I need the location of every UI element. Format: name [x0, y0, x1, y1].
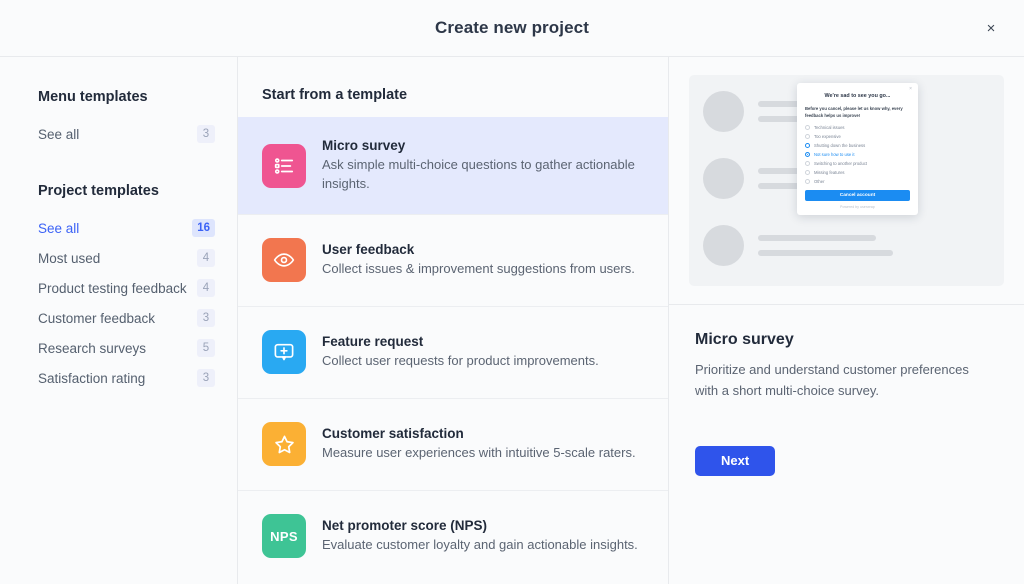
radio-icon: [805, 161, 810, 166]
mock-option-label: Shutting down the business: [814, 143, 866, 148]
mock-cancel-account-button: Cancel account: [805, 190, 910, 201]
skeleton-row: [703, 225, 893, 266]
mock-footer-label: Powered by userwrap: [840, 205, 875, 209]
template-item-description: Measure user experiences with intuitive …: [322, 444, 636, 460]
sidebar-item-most-used[interactable]: Most used 4: [38, 243, 215, 273]
mock-option-other: Other: [805, 179, 910, 184]
mock-option-not-sure-how-to-use-it: Not sure how to use it: [805, 152, 910, 157]
create-project-modal: Create new project × Menu templates See …: [0, 0, 1024, 584]
skeleton-lines: [758, 235, 893, 256]
detail-title: Micro survey: [695, 331, 794, 348]
mock-option-label: Other: [814, 179, 825, 184]
mock-option-label: Switching to another product: [814, 161, 868, 166]
sidebar-item-count: 5: [197, 339, 215, 357]
sidebar-item-count: 3: [197, 309, 215, 327]
nps-icon-label: NPS: [270, 528, 298, 544]
radio-icon: [805, 125, 810, 130]
sidebar-item-label: Customer feedback: [38, 310, 156, 326]
sidebar-item-label: Product testing feedback: [38, 280, 187, 296]
template-item-title: Customer satisfaction: [322, 425, 464, 441]
mock-option-shutting-down-the-business: Shutting down the business: [805, 143, 910, 148]
survey-mock-card: × We're sad to see you go... Before you …: [797, 83, 918, 215]
star-icon: [262, 422, 306, 467]
sidebar-item-label: See all: [38, 126, 80, 142]
template-item-text: Feature request Collect user requests fo…: [322, 334, 599, 371]
template-item-text: Micro survey Ask simple multi-choice que…: [322, 138, 646, 194]
sidebar-item-label: Research surveys: [38, 340, 147, 356]
avatar: [703, 91, 744, 132]
mock-title: We're sad to see you go...: [824, 93, 891, 99]
modal-body: Menu templates See all 3 Project templat…: [0, 57, 1024, 584]
template-item-description: Collect user requests for product improv…: [322, 352, 599, 368]
sidebar-item-count: 16: [192, 219, 215, 237]
preview-canvas: × We're sad to see you go... Before you …: [689, 75, 1004, 286]
template-item-title: Feature request: [322, 333, 424, 349]
template-item-customer-satisfaction[interactable]: Customer satisfaction Measure user exper…: [238, 397, 668, 490]
skeleton-line: [758, 250, 893, 256]
eye-icon: [262, 238, 306, 283]
sidebar-item-label: Satisfaction rating: [38, 370, 146, 386]
template-preview: × We're sad to see you go... Before you …: [669, 57, 1024, 305]
template-item-title: Net promoter score (NPS): [322, 517, 488, 533]
template-list: Micro survey Ask simple multi-choice que…: [238, 117, 668, 584]
radio-icon: [805, 179, 810, 184]
radio-icon: [805, 143, 810, 148]
mock-option-label: Too expensive: [814, 134, 841, 139]
avatar: [703, 158, 744, 199]
radio-icon: [805, 170, 810, 175]
template-item-user-feedback[interactable]: User feedback Collect issues & improveme…: [238, 213, 668, 306]
nps-icon: NPS: [262, 514, 306, 559]
mock-option-label: Missing features: [814, 170, 845, 175]
mock-option-too-expensive: Too expensive: [805, 134, 910, 139]
modal-header: Create new project ×: [0, 0, 1024, 57]
detail-content: Micro survey Prioritize and understand c…: [669, 305, 1024, 476]
skeleton-line: [758, 235, 876, 241]
mock-subtitle: Before you cancel, please let us know wh…: [805, 106, 903, 118]
mock-option-label: Not sure how to use it: [814, 152, 855, 157]
close-icon[interactable]: ×: [976, 13, 1006, 43]
sidebar-item-count: 4: [197, 249, 215, 267]
sidebar-item-label: See all: [38, 220, 80, 236]
mock-close-icon: ×: [909, 86, 912, 92]
template-item-feature-request[interactable]: Feature request Collect user requests fo…: [238, 305, 668, 398]
sidebar-item-count: 4: [197, 279, 215, 297]
detail-panel: × We're sad to see you go... Before you …: [669, 57, 1024, 584]
template-item-description: Ask simple multi-choice questions to gat…: [322, 157, 635, 191]
sidebar-item-see-all[interactable]: See all 16: [38, 213, 215, 243]
page-title: Create new project: [435, 18, 589, 37]
sidebar-item-menu-see-all[interactable]: See all 3: [38, 119, 215, 149]
next-button[interactable]: Next: [695, 445, 776, 476]
sidebar-item-count: 3: [197, 369, 215, 387]
mock-option-technical-issues: Technical issues: [805, 125, 910, 130]
template-item-description: Evaluate customer loyalty and gain actio…: [322, 536, 638, 552]
mock-option-switching-to-another-product: Switching to another product: [805, 161, 910, 166]
template-item-micro-survey[interactable]: Micro survey Ask simple multi-choice que…: [238, 117, 668, 214]
sidebar-heading-menu-templates: Menu templates: [38, 89, 148, 105]
radio-icon: [805, 134, 810, 139]
avatar: [703, 225, 744, 266]
sidebar: Menu templates See all 3 Project templat…: [0, 57, 238, 584]
template-item-title: User feedback: [322, 241, 415, 257]
sidebar-heading-project-templates: Project templates: [38, 183, 159, 199]
template-item-text: Net promoter score (NPS) Evaluate custom…: [322, 518, 638, 555]
radio-icon: [805, 152, 810, 157]
detail-description: Prioritize and understand customer prefe…: [695, 362, 969, 398]
template-item-title: Micro survey: [322, 138, 406, 153]
templates-panel-heading: Start from a template: [262, 87, 408, 103]
sidebar-item-count: 3: [197, 125, 215, 143]
template-item-net-promoter-score[interactable]: NPS Net promoter score (NPS) Evaluate cu…: [238, 489, 668, 582]
template-item-description: Collect issues & improvement suggestions…: [322, 260, 635, 276]
mock-option-label: Technical issues: [814, 125, 845, 130]
list-icon: [262, 143, 306, 188]
sidebar-item-satisfaction-rating[interactable]: Satisfaction rating 3: [38, 363, 215, 393]
message-plus-icon: [262, 330, 306, 375]
template-item-text: User feedback Collect issues & improveme…: [322, 242, 635, 279]
sidebar-item-customer-feedback[interactable]: Customer feedback 3: [38, 303, 215, 333]
template-item-text: Customer satisfaction Measure user exper…: [322, 426, 636, 463]
sidebar-item-product-testing-feedback[interactable]: Product testing feedback 4: [38, 273, 215, 303]
sidebar-item-research-surveys[interactable]: Research surveys 5: [38, 333, 215, 363]
templates-panel: Start from a template Micro survey Ask s…: [238, 57, 669, 584]
sidebar-item-label: Most used: [38, 250, 101, 266]
mock-option-missing-features: Missing features: [805, 170, 910, 175]
